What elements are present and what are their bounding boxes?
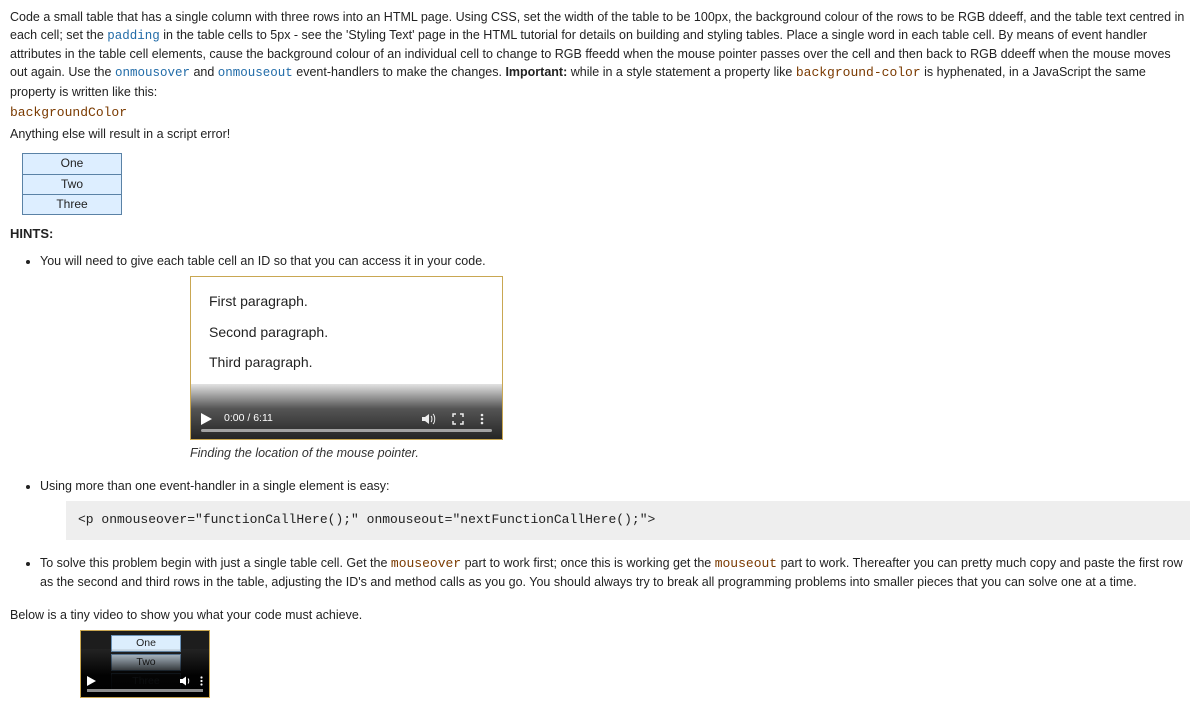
- video-preview-text: First paragraph. Second paragraph. Third…: [209, 291, 328, 382]
- hint-item-1: You will need to give each table cell an…: [40, 252, 1190, 462]
- hint-item-3: To solve this problem begin with just a …: [40, 554, 1190, 592]
- important-label: Important:: [505, 65, 567, 79]
- table-cell-one[interactable]: One: [23, 154, 122, 174]
- text: part to work first; once this is working…: [465, 556, 715, 570]
- table-cell-two[interactable]: Two: [23, 174, 122, 194]
- code-padding: padding: [107, 29, 160, 43]
- text: event-handlers to make the changes.: [296, 65, 505, 79]
- more-icon[interactable]: [200, 676, 203, 686]
- play-icon[interactable]: [87, 676, 96, 686]
- hint-text: You will need to give each table cell an…: [40, 254, 486, 268]
- play-icon[interactable]: [201, 413, 212, 425]
- more-icon[interactable]: [480, 413, 484, 425]
- video-time: 0:00 / 6:11: [224, 411, 273, 426]
- video-controls-mini: [81, 649, 209, 697]
- instruction-paragraph-1: Code a small table that has a single col…: [10, 8, 1190, 101]
- video-line: First paragraph.: [209, 291, 328, 311]
- video-line: Second paragraph.: [209, 322, 328, 342]
- progress-bar[interactable]: [201, 429, 492, 432]
- hints-heading: HINTS:: [10, 225, 1190, 244]
- text: and: [193, 65, 217, 79]
- instructions: Code a small table that has a single col…: [10, 8, 1190, 143]
- volume-icon[interactable]: [422, 413, 436, 425]
- table-cell-three[interactable]: Three: [23, 195, 122, 215]
- hint-item-2: Using more than one event-handler in a s…: [40, 477, 1190, 540]
- hints-list: You will need to give each table cell an…: [40, 252, 1190, 591]
- code-onmouseout: onmouseout: [218, 66, 293, 80]
- fullscreen-icon[interactable]: [452, 413, 464, 425]
- video-caption: Finding the location of the mouse pointe…: [190, 444, 1190, 462]
- hint-text: Using more than one event-handler in a s…: [40, 479, 390, 493]
- example-table: One Two Three: [22, 153, 122, 215]
- instruction-warning: Anything else will result in a script er…: [10, 125, 1190, 143]
- code-background-color: background-color: [796, 65, 921, 80]
- video-player-2[interactable]: One Two Three: [80, 630, 210, 698]
- text: To solve this problem begin with just a …: [40, 556, 391, 570]
- code-mouseover: mouseover: [391, 556, 461, 571]
- video-controls: 0:00 / 6:11: [191, 384, 502, 439]
- video-line: Third paragraph.: [209, 352, 328, 372]
- code-block: <p onmouseover="functionCallHere();" onm…: [66, 501, 1190, 540]
- code-onmouseover: onmousover: [115, 66, 190, 80]
- below-text: Below is a tiny video to show you what y…: [10, 606, 1190, 624]
- volume-icon[interactable]: [180, 676, 192, 686]
- code-line: <p onmouseover="functionCallHere();" onm…: [78, 512, 655, 527]
- video-player-1[interactable]: First paragraph. Second paragraph. Third…: [190, 276, 503, 440]
- code-backgroundColor: backgroundColor: [10, 105, 127, 120]
- text: while in a style statement a property li…: [571, 65, 796, 79]
- progress-bar[interactable]: [87, 689, 203, 692]
- code-mouseout: mouseout: [715, 556, 777, 571]
